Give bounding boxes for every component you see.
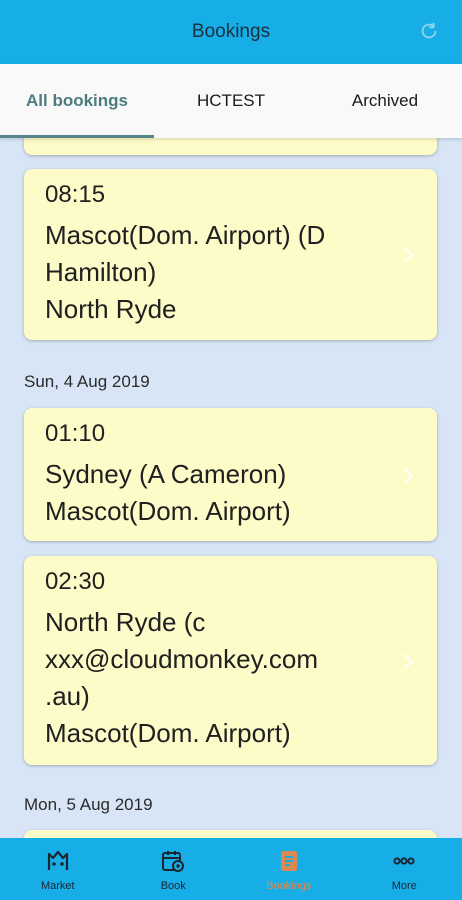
booking-pickup-contact: Hamilton) [45,257,157,287]
nav-market[interactable]: Market [0,838,116,900]
booking-time: 08:15 [45,181,106,208]
tab-hctest[interactable]: HCTEST [154,64,308,138]
booking-dropoff: Mascot(Dom. Airport) [45,718,291,748]
booking-time: 01:10 [45,420,106,447]
more-icon [393,857,415,865]
chevron-right-icon [397,467,414,484]
date-header: Sun, 4 Aug 2019 [24,372,150,391]
booking-card-partial[interactable] [24,138,437,155]
page-title: Bookings [191,21,271,42]
date-header: Mon, 5 Aug 2019 [24,795,153,814]
booking-dropoff: Mascot(Dom. Airport) [45,496,291,526]
book-icon [162,851,185,872]
booking-pickup-contact: xxx@cloudmonkey.com [45,644,318,674]
tab-archived[interactable]: Archived [308,64,462,138]
nav-market-label: Market [40,880,75,892]
booking-pickup: North Ryde (c [45,607,206,637]
booking-time: 02:30 [45,568,106,595]
tab-bar: All bookings HCTEST Archived [0,64,462,138]
market-icon [47,850,68,870]
bookings-icon [280,851,297,871]
refresh-icon[interactable] [418,20,440,42]
booking-card[interactable]: 01:10 Sydney (A Cameron) Mascot(Dom. Air… [24,408,437,541]
chevron-right-icon [397,653,414,670]
booking-dropoff: North Ryde [45,294,177,324]
booking-card-partial[interactable] [24,830,437,838]
nav-bookings-label: Bookings [266,880,312,892]
booking-pickup: Sydney (A Cameron) [45,459,287,489]
bookings-list[interactable]: 08:15 Mascot(Dom. Airport) (D Hamilton) … [0,138,462,838]
booking-pickup-contact-cont: .au) [45,681,90,711]
bottom-nav: Market Book Bookings More [0,838,462,900]
app-header: Bookings [0,0,462,64]
booking-pickup: Mascot(Dom. Airport) (D [45,220,326,250]
tab-all-bookings[interactable]: All bookings [0,64,154,138]
nav-more[interactable]: More [347,838,462,900]
chevron-right-icon [397,247,414,264]
nav-more-label: More [391,880,417,892]
nav-book-label: Book [160,880,186,892]
nav-book[interactable]: Book [116,838,232,900]
nav-bookings[interactable]: Bookings [231,838,347,900]
booking-card[interactable]: 08:15 Mascot(Dom. Airport) (D Hamilton) … [24,169,437,340]
booking-card[interactable]: 02:30 North Ryde (c xxx@cloudmonkey.com … [24,556,437,765]
